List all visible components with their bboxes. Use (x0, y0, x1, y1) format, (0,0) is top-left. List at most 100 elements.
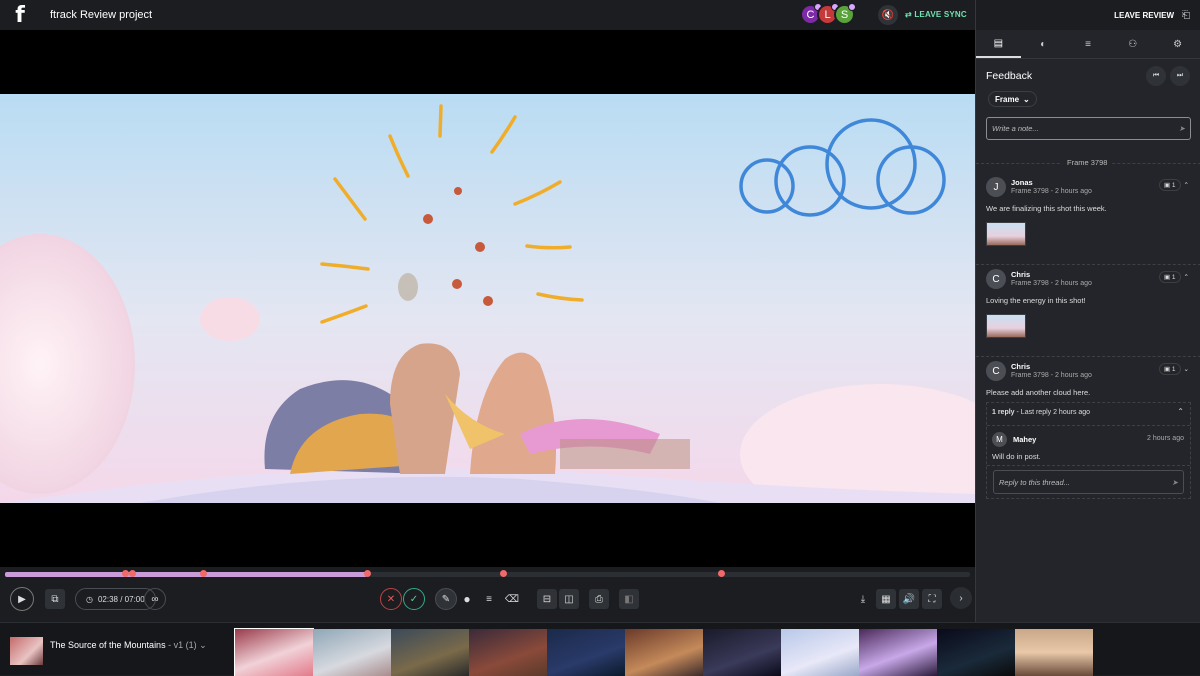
annotation-count-badge[interactable]: ▣ 1 (1158, 271, 1181, 283)
add-user-icon: ⚇ (1128, 38, 1138, 50)
tab-feedback[interactable]: ▤ (976, 30, 1021, 58)
approve-button[interactable]: ✓ (403, 588, 425, 610)
shot-thumbnail[interactable] (234, 628, 314, 676)
feedback-panel: ▤ ◐ ≡ ⚇ ⚙ Feedback ⏮ ⏭ Frame ⌄ Write a n… (975, 30, 1200, 622)
chat-icon: ▤ (993, 37, 1004, 49)
send-icon[interactable]: ➤ (1172, 478, 1178, 487)
palette-icon: ◐ (1040, 38, 1047, 50)
volume-icon: 🔊 (902, 593, 916, 605)
shot-thumbnail[interactable] (937, 629, 1015, 676)
reply-thread: 1 reply - Last reply 2 hours ago ⌃ M Mah… (986, 402, 1191, 499)
subtitles-button[interactable]: ▦ (876, 589, 896, 609)
annotation-count-badge[interactable]: ▣ 1 (1158, 363, 1181, 375)
clipboard-icon: ⎙ (595, 593, 603, 605)
clipboard-button[interactable]: ⎙ (589, 589, 609, 609)
chevron-up-icon[interactable]: ⌃ (1184, 273, 1189, 281)
tab-playlist[interactable]: ≡ (1066, 30, 1111, 58)
check-icon: ✓ (409, 593, 419, 605)
tab-settings[interactable]: ⚙ (1155, 30, 1200, 58)
annotation-thumbnail[interactable] (986, 222, 1026, 246)
stroke-width-button[interactable]: ≡ (479, 589, 499, 609)
draw-tool-button[interactable]: ✎ (435, 588, 457, 610)
chevron-up-icon[interactable]: ⌃ (1177, 407, 1184, 416)
play-button[interactable]: ▶ (10, 587, 34, 611)
expand-panel-button[interactable]: › (950, 587, 972, 609)
leave-review-button[interactable]: LEAVE REVIEW (1114, 11, 1174, 20)
brush-color-button[interactable]: ● (457, 589, 477, 609)
mute-button[interactable]: 🔇 (878, 5, 898, 25)
loop-icon: ∞ (151, 593, 159, 605)
reply-input[interactable]: Reply to this thread... ➤ (993, 470, 1184, 494)
shot-thumbnail[interactable] (313, 629, 391, 676)
chevron-down-icon[interactable]: ⌄ (1184, 365, 1189, 373)
shot-thumbnail[interactable] (781, 629, 859, 676)
clip-selector[interactable]: The Source of the Mountains - v1 (1) ⌄ (50, 640, 207, 651)
annotation-marker[interactable] (718, 570, 725, 577)
playhead[interactable] (364, 570, 371, 577)
participant-avatar[interactable]: S (834, 3, 856, 25)
download-button[interactable]: ⤓ (853, 589, 873, 609)
lines-icon: ≡ (486, 593, 492, 605)
leave-sync-button[interactable]: ⇄ LEAVE SYNC (905, 10, 967, 19)
close-icon: ✕ (386, 593, 396, 605)
shot-thumbnail[interactable] (391, 629, 469, 676)
subtitles-icon: ▦ (881, 593, 891, 605)
shot-thumbnail[interactable] (1015, 629, 1093, 676)
exit-icon[interactable]: ⎗ (1182, 10, 1190, 21)
comment-meta: Frame 3798 - 2 hours ago (1011, 372, 1092, 379)
shot-thumbnail[interactable] (625, 629, 703, 676)
tab-color[interactable]: ◐ (1021, 30, 1066, 58)
video-viewer[interactable] (0, 30, 975, 567)
review-header: LEAVE REVIEW ⎗ (975, 0, 1200, 30)
note-input[interactable]: Write a note... ➤ (986, 117, 1191, 140)
comment-actions: ▣ 1 ⌃ (1158, 179, 1189, 191)
timeline-progress[interactable] (5, 572, 367, 577)
player-controls: ▶ ⧉ ◷ 02:38 / 07:00 ∞ ✕ ✓ ✎ ● ≡ ⌫ ⊟ ◫ ⎙ … (0, 585, 975, 622)
comment-text: Please add another cloud here. (986, 388, 1091, 397)
thread-summary[interactable]: 1 reply - Last reply 2 hours ago (992, 409, 1090, 416)
avatar: M (992, 432, 1007, 447)
play-icon: ▶ (18, 593, 26, 605)
ftrack-logo[interactable]: f (0, 0, 40, 30)
chevron-down-icon: ⌄ (199, 640, 207, 650)
wipe-icon: ◧ (624, 593, 634, 605)
send-icon[interactable]: ➤ (1179, 124, 1185, 133)
shot-thumbnail[interactable] (547, 629, 625, 676)
clip-thumbnail[interactable] (10, 637, 43, 665)
previous-note-button[interactable]: ⏮ (1146, 66, 1166, 86)
skip-forward-icon: ⏭ (1176, 72, 1184, 79)
comment: C Chris Frame 3798 - 2 hours ago ▣ 1 ⌃ L… (976, 269, 1200, 357)
annotation-marker[interactable] (200, 570, 207, 577)
shot-thumbnail[interactable] (859, 629, 937, 676)
wipe-button[interactable]: ◧ (619, 589, 639, 609)
compare-horizontal-button[interactable]: ⊟ (537, 589, 557, 609)
annotation-count-badge[interactable]: ▣ 1 (1158, 179, 1181, 191)
split-horizontal-icon: ⊟ (542, 593, 552, 605)
volume-button[interactable]: 🔊 (899, 589, 919, 609)
video-frame-image (0, 94, 975, 503)
shot-thumbnail[interactable] (469, 629, 547, 676)
shot-thumbnails (234, 628, 1093, 676)
download-icon: ⤓ (860, 593, 866, 605)
frame-separator: Frame 3798 (976, 158, 1200, 168)
timeline[interactable] (0, 567, 975, 585)
next-note-button[interactable]: ⏭ (1170, 66, 1190, 86)
frame-filter-dropdown[interactable]: Frame ⌄ (988, 91, 1037, 107)
eraser-button[interactable]: ⌫ (502, 589, 522, 609)
video-frame[interactable] (0, 94, 975, 503)
fullscreen-button[interactable]: ⛶ (922, 589, 942, 609)
compare-vertical-button[interactable]: ◫ (559, 589, 579, 609)
comment-meta: Frame 3798 - 2 hours ago (1011, 188, 1092, 195)
reject-button[interactable]: ✕ (380, 588, 402, 610)
shot-thumbnail[interactable] (703, 629, 781, 676)
picture-in-picture-button[interactable]: ⧉ (45, 589, 65, 609)
annotation-marker[interactable] (122, 570, 129, 577)
gear-icon: ⚙ (1173, 38, 1183, 50)
annotation-thumbnail[interactable] (986, 314, 1026, 338)
tab-participants[interactable]: ⚇ (1110, 30, 1155, 58)
annotation-marker[interactable] (129, 570, 136, 577)
loop-button[interactable]: ∞ (144, 588, 166, 610)
reply-author: Mahey (1013, 435, 1037, 444)
chevron-up-icon[interactable]: ⌃ (1184, 181, 1189, 189)
annotation-marker[interactable] (500, 570, 507, 577)
